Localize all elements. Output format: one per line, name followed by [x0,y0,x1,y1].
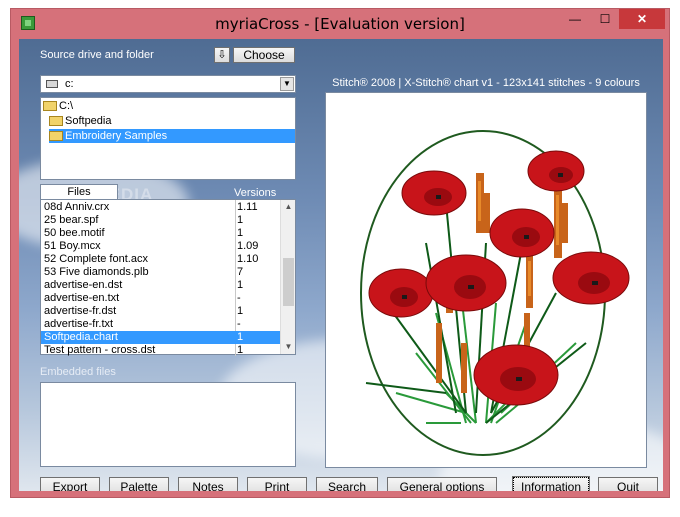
maximize-button[interactable]: ☐ [591,9,619,29]
file-version: 1.09 [237,240,259,252]
list-item[interactable]: 53 Five diamonds.plb 7 [41,266,281,279]
app-window: myriaCross - [Evaluation version] — ☐ ✕ … [10,8,670,498]
list-item[interactable]: advertise-fr.dst 1 [41,305,281,318]
poppy-stitch-chart-image [360,130,630,456]
file-name: 08d Anniv.crx [44,201,110,213]
chart-title: Stitch® 2008 | X-Stitch® chart v1 - 123x… [332,77,640,89]
embedded-files-label: Embedded files [40,366,116,378]
drive-value: c: [65,78,74,90]
file-name: 52 Complete font.acx [44,253,148,265]
general-options-button[interactable]: General options [387,477,497,491]
scroll-down-icon[interactable]: ▼ [281,340,296,354]
file-version: 1.11 [237,201,258,213]
list-item[interactable]: advertise-en.txt - [41,292,281,305]
file-version: 1 [237,214,244,226]
quit-button[interactable]: Quit [598,477,658,491]
folder-icon [43,101,57,112]
information-button[interactable]: Information [512,476,590,491]
list-item[interactable]: Test pattern - cross.dst 1 [41,344,281,357]
minimize-button[interactable]: — [561,9,589,29]
client-area: Source drive and folder ⇩ Choose c: ▼ C:… [19,39,663,491]
file-version: - [237,292,241,304]
close-button[interactable]: ✕ [619,9,665,29]
file-version: 1 [237,279,244,291]
file-name: 50 bee.motif [44,227,105,239]
file-version: - [237,318,241,330]
title-bar: myriaCross - [Evaluation version] — ☐ ✕ [11,9,669,37]
tree-item-embroidery-samples[interactable]: Embroidery Samples [49,129,295,143]
file-name: Softpedia.chart [44,331,118,343]
file-version: 1 [237,331,244,343]
file-name: Test pattern - cross.dst [44,344,156,356]
file-name: advertise-fr.dst [44,305,117,317]
list-item-selected[interactable]: Softpedia.chart 1 [41,331,281,344]
file-version: 1 [237,227,244,239]
tab-files[interactable]: Files [40,184,118,200]
tree-item-label: C:\ [59,100,74,112]
chart-preview [325,92,647,468]
scroll-thumb[interactable] [283,258,294,306]
palette-button[interactable]: Palette [109,477,169,491]
list-item[interactable]: 25 bear.spf 1 [41,214,281,227]
file-name: advertise-en.dst [44,279,123,291]
search-button[interactable]: Search [316,477,378,491]
file-version: 1.10 [237,253,259,265]
file-name: 51 Boy.mcx [44,240,101,252]
file-name: advertise-en.txt [44,292,120,304]
list-item[interactable]: advertise-en.dst 1 [41,279,281,292]
folder-icon [49,116,63,127]
choose-button[interactable]: Choose [233,47,295,63]
folder-tree: C:\ Softpedia Embroidery Samples [40,97,296,180]
list-item[interactable]: 08d Anniv.crx 1.11 [41,201,281,214]
list-item[interactable]: advertise-fr.txt - [41,318,281,331]
folder-open-icon [49,131,63,142]
file-version: 1 [237,305,244,317]
file-name: advertise-fr.txt [44,318,114,330]
tree-item-label: Embroidery Samples [65,130,168,142]
down-arrow-button[interactable]: ⇩ [214,47,230,63]
scroll-up-icon[interactable]: ▲ [281,200,296,214]
tree-item-softpedia[interactable]: Softpedia [49,114,111,128]
file-list-scrollbar[interactable]: ▲ ▼ [280,200,295,354]
file-list: 08d Anniv.crx 1.11 25 bear.spf 1 50 bee.mo… [40,199,296,357]
drive-icon [46,80,58,88]
list-item[interactable]: 50 bee.motif 1 [41,227,281,240]
file-name: 25 bear.spf [44,214,99,226]
file-version: 1 [237,344,244,356]
print-button[interactable]: Print [247,477,307,491]
embedded-files-box [40,382,296,467]
drive-select[interactable]: c: ▼ [40,75,296,93]
tree-item-root[interactable]: C:\ [43,99,73,113]
versions-header: Versions [234,187,277,199]
list-item[interactable]: 51 Boy.mcx 1.09 [41,240,281,253]
tree-item-label: Softpedia [65,115,112,127]
export-button[interactable]: Export [40,477,100,491]
notes-button[interactable]: Notes [178,477,238,491]
file-version: 7 [237,266,244,278]
list-item[interactable]: 52 Complete font.acx 1.10 [41,253,281,266]
file-name: 53 Five diamonds.plb [44,266,149,278]
chevron-down-icon[interactable]: ▼ [280,77,294,91]
source-label: Source drive and folder [40,49,154,61]
